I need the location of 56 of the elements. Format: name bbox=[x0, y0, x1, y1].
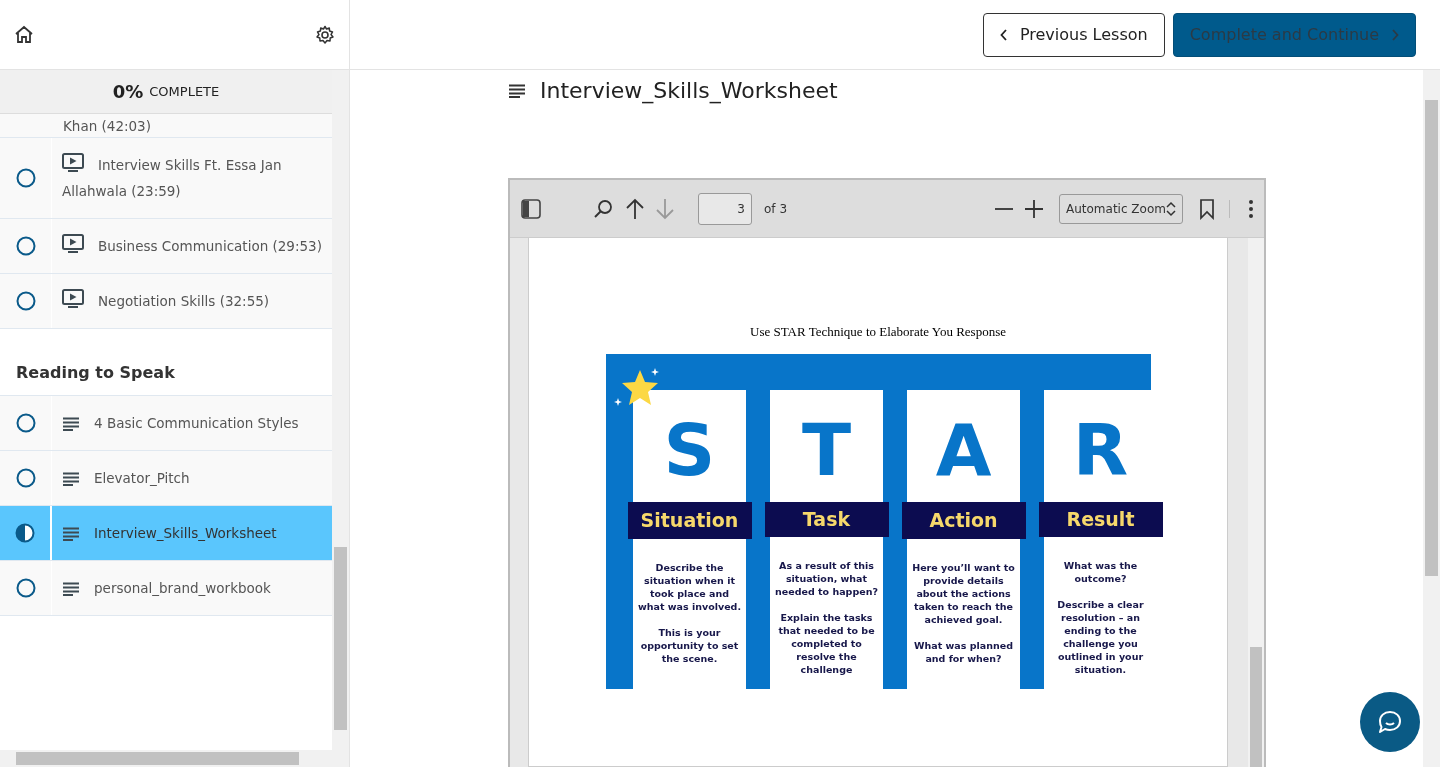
play-screen-icon bbox=[62, 234, 84, 254]
lecture-item[interactable]: Interview Skills Ft. Essa Jan Allahwala (23:59) bbox=[0, 138, 332, 219]
step-description: What was the outcome? bbox=[1062, 558, 1139, 585]
chevron-right-icon bbox=[1391, 28, 1399, 41]
text-lines-icon bbox=[62, 582, 80, 596]
text-lines-icon bbox=[62, 472, 80, 486]
more-options-icon[interactable] bbox=[1248, 197, 1254, 220]
lecture-item[interactable]: personal_brand_workbook bbox=[0, 561, 332, 616]
zoom-in-icon[interactable] bbox=[1023, 197, 1045, 220]
chat-button[interactable] bbox=[1360, 692, 1420, 752]
lecture-item[interactable]: 4 Basic Communication Styles bbox=[0, 396, 332, 451]
progress-percent: 0% bbox=[112, 80, 144, 104]
step-label: Result bbox=[1038, 501, 1163, 537]
settings-icon[interactable] bbox=[315, 24, 335, 45]
page-count: of 3 bbox=[764, 200, 787, 218]
bookmark-icon[interactable] bbox=[1199, 197, 1215, 220]
search-icon[interactable] bbox=[592, 197, 614, 220]
text-lines-icon bbox=[62, 527, 80, 541]
lecture-item[interactable]: Khan (42:03) bbox=[0, 114, 332, 138]
scrollbar[interactable] bbox=[1248, 238, 1264, 767]
step-description: As a result of this situation, what needed to happen? bbox=[774, 558, 879, 598]
step-description: Here you’ll want to provide details about the actions taken to reach the achieved goal. bbox=[911, 560, 1016, 626]
progress-label: COMPLETE bbox=[149, 82, 220, 101]
step-description: Describe the situation when it took place and what was involved. bbox=[637, 560, 742, 613]
page-heading: Use STAR Technique to Elaborate You Response bbox=[750, 323, 1006, 341]
play-screen-icon bbox=[62, 153, 84, 173]
lecture-item[interactable]: Elevator_Pitch bbox=[0, 451, 332, 506]
home-icon[interactable] bbox=[14, 24, 34, 45]
arrow-up-icon[interactable] bbox=[624, 196, 646, 221]
step-label: Situation bbox=[627, 501, 752, 539]
lesson-title: Interview_Skills_Worksheet bbox=[540, 77, 838, 105]
step-label: Task bbox=[764, 501, 889, 537]
lecture-item[interactable]: Interview_Skills_Worksheet bbox=[0, 506, 332, 561]
lecture-item[interactable]: Business Communication (29:53) bbox=[0, 219, 332, 274]
step-description: This is your opportunity to set the scene. bbox=[639, 625, 740, 665]
previous-lesson-button[interactable]: Previous Lesson bbox=[982, 12, 1165, 57]
step-description: Explain the tasks that needed to be completed to resolve the challenge bbox=[777, 610, 876, 676]
chevron-left-icon bbox=[999, 28, 1008, 41]
text-lines-icon bbox=[62, 417, 80, 431]
scrollbar[interactable] bbox=[332, 70, 349, 750]
chat-bubble-icon bbox=[1377, 709, 1403, 735]
big-letter: S bbox=[633, 389, 746, 502]
lecture-item[interactable]: Negotiation Skills (32:55) bbox=[0, 274, 332, 329]
page-number-field[interactable]: 3 bbox=[698, 192, 752, 225]
step-label: Action bbox=[901, 501, 1026, 539]
scrollbar[interactable] bbox=[1423, 70, 1440, 767]
sidebar-toggle-icon[interactable] bbox=[520, 197, 542, 220]
big-letter: A bbox=[907, 389, 1020, 502]
play-screen-icon bbox=[62, 289, 84, 309]
up-down-caret-icon bbox=[1166, 200, 1176, 217]
step-description: What was planned and for when? bbox=[913, 638, 1014, 665]
text-lines-icon bbox=[508, 84, 526, 98]
big-letter: T bbox=[770, 389, 883, 502]
scrollbar[interactable] bbox=[0, 750, 349, 767]
zoom-select[interactable]: Automatic Zoom bbox=[1059, 193, 1183, 224]
step-description: Describe a clear resolution – an ending to the challenge you outlined in your situation. bbox=[1056, 597, 1145, 676]
